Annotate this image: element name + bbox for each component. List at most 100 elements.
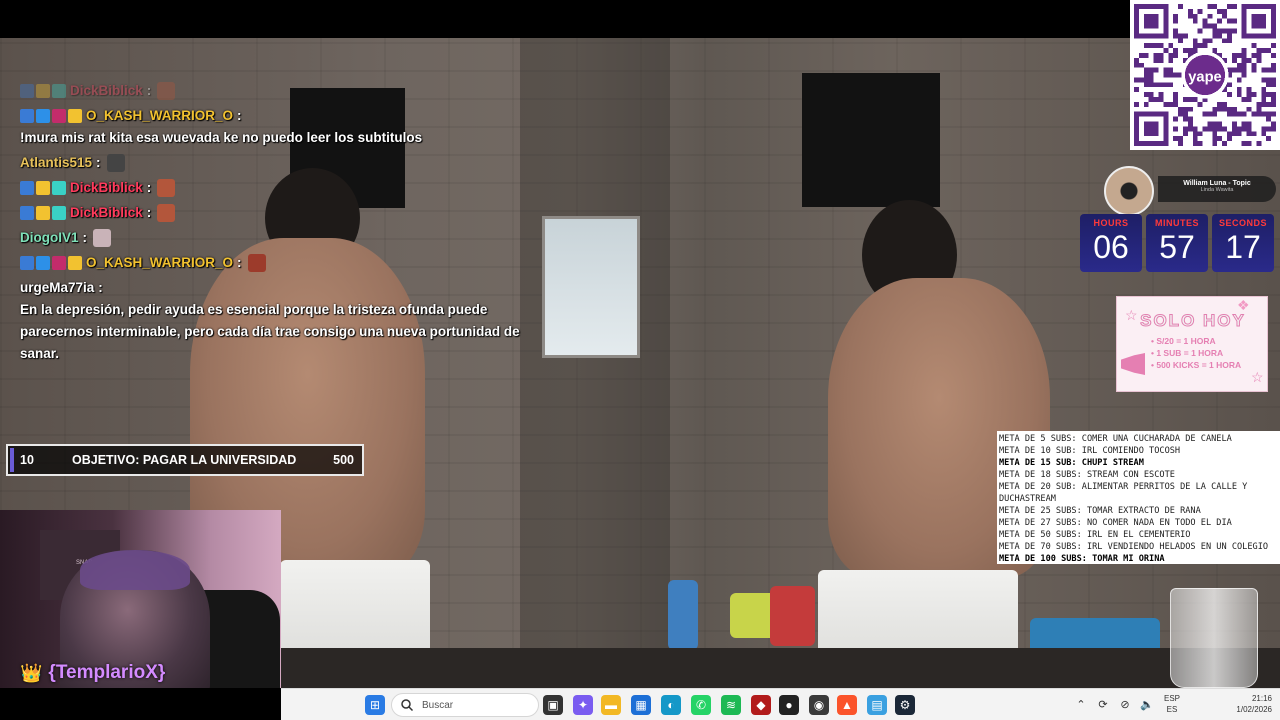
chat-message: Atlantis515:	[16, 152, 526, 174]
dota-icon[interactable]: ◆	[751, 695, 771, 715]
timer-value: 57	[1159, 229, 1195, 265]
badge-group	[20, 109, 82, 123]
timer-value: 17	[1225, 229, 1261, 265]
system-tray: ⌃ ⟳ ⊘ 🔈 ESP ES 21:16 1/02/2026	[1060, 689, 1280, 720]
dark-window	[802, 73, 940, 207]
timer-label: SECONDS	[1218, 218, 1267, 228]
badge-group	[20, 206, 66, 220]
solo-hoy-list: S/20 = 1 HORA1 SUB = 1 HORA500 KICKS = 1…	[1151, 335, 1241, 371]
chat-username[interactable]: DickBiblick	[70, 177, 143, 199]
wall-pillar	[520, 38, 670, 688]
sub-goal-line: META DE 20 SUB: ALIMENTAR PERRITOS DE LA…	[999, 482, 1248, 504]
chat-username[interactable]: DickBiblick	[70, 80, 143, 102]
obs-icon[interactable]: ●	[779, 695, 799, 715]
badge-icon	[20, 206, 34, 220]
whatsapp-icon[interactable]: ✆	[691, 695, 711, 715]
badge-icon	[36, 84, 50, 98]
badge-icon	[36, 256, 50, 270]
brave-icon[interactable]: ▲	[837, 695, 857, 715]
badge-icon	[20, 181, 34, 195]
windows-taskbar: ⊞ ▣ ✦ ▬ ▦ ◐ ✆ ≋ ◆ ● ◉ ▲ ▤ ⚙ Buscar ⌃ ⟳ ⊘ 🔈 ESP ES 21:…	[281, 688, 1280, 720]
timer-cell-hours: HOURS 06	[1080, 214, 1142, 272]
taskbar-search[interactable]: Buscar	[391, 693, 539, 717]
svg-text:yape: yape	[1188, 69, 1221, 85]
language-code: ESP	[1164, 694, 1181, 703]
timer-cell-seconds: SECONDS 17	[1212, 214, 1274, 272]
chat-separator: :	[98, 280, 103, 295]
goal-accent	[10, 448, 14, 472]
notepad-icon[interactable]: ▤	[867, 695, 887, 715]
sub-goal-line: META DE 15 SUB: CHUPI STREAM	[999, 458, 1144, 468]
sub-goal-line: META DE 50 SUBS: IRL EN EL CEMENTERIO	[999, 530, 1191, 540]
streamer-cap	[80, 550, 190, 590]
megaphone-icon	[1121, 353, 1145, 375]
sub-goals-list: META DE 5 SUBS: COMER UNA CUCHARADA DE C…	[997, 431, 1280, 564]
sub-goal-line: META DE 27 SUBS: NO COMER NADA EN TODO E…	[999, 518, 1232, 528]
emote-icon	[247, 254, 266, 272]
streamer-name: 👑 {TemplarioX}	[20, 662, 165, 684]
store-icon[interactable]: ▦	[631, 695, 651, 715]
yape-qr-code: yape	[1130, 0, 1280, 150]
chat-username[interactable]: DiogoIV1	[20, 227, 79, 249]
chat-username[interactable]: DickBiblick	[70, 202, 143, 224]
now-playing-info: William Luna - Topic Linda Wawita	[1158, 176, 1276, 202]
bag	[770, 586, 815, 646]
no-network-icon[interactable]: ⊘	[1118, 698, 1132, 712]
chat-message: DiogoIV1:	[16, 227, 526, 249]
chat-message: DickBiblick:	[16, 202, 526, 224]
file-explorer-icon[interactable]: ▬	[601, 695, 621, 715]
chat-username[interactable]: O_KASH_WARRIOR_O	[86, 105, 233, 127]
task-view-icon[interactable]: ▣	[543, 695, 563, 715]
goal-label: OBJETIVO: PAGAR LA UNIVERSIDAD	[72, 453, 297, 467]
clock[interactable]: 21:16 1/02/2026	[1210, 693, 1272, 715]
chat-username[interactable]: urgeMa77ia	[20, 277, 94, 299]
chat-message: DickBiblick:	[16, 80, 526, 102]
emote-icon	[106, 154, 125, 172]
chat-message: O_KASH_WARRIOR_O:	[16, 252, 526, 274]
chat-separator: :	[82, 230, 88, 245]
copilot-icon[interactable]: ✦	[573, 695, 593, 715]
emote-icon	[157, 82, 176, 100]
solo-hoy-title: SOLO HOY	[1140, 311, 1246, 331]
spotify-icon[interactable]: ≋	[721, 695, 741, 715]
badge-icon	[52, 256, 66, 270]
chat-separator: :	[96, 155, 101, 170]
subathon-timer: HOURS 06 MINUTES 57 SECONDS 17	[1080, 214, 1274, 272]
sub-goal-line: META DE 25 SUBS: TOMAR EXTRACTO DE RANA	[999, 506, 1201, 516]
chevron-up-icon[interactable]: ⌃	[1074, 698, 1088, 712]
volume-icon[interactable]: 🔈	[1140, 698, 1154, 712]
solo-hoy-panel: ☆ ❖ ☆ SOLO HOY S/20 = 1 HORA1 SUB = 1 HO…	[1116, 296, 1268, 392]
timer-cell-minutes: MINUTES 57	[1146, 214, 1208, 272]
chat-username[interactable]: O_KASH_WARRIOR_O	[86, 252, 233, 274]
chat-separator: :	[146, 180, 152, 195]
emote-icon	[93, 229, 112, 247]
chat-message: urgeMa77ia: En la depresión, pedir ayuda …	[16, 277, 526, 365]
search-placeholder: Buscar	[422, 699, 454, 711]
badge-icon	[52, 109, 66, 123]
solo-hoy-item: 500 KICKS = 1 HORA	[1151, 359, 1241, 371]
badge-icon	[20, 109, 34, 123]
sub-goal-line: META DE 10 SUB: IRL COMIENDO TOCOSH	[999, 446, 1181, 456]
chat-separator: :	[146, 205, 152, 220]
edge-icon[interactable]: ◐	[661, 695, 681, 715]
timer-value: 06	[1093, 229, 1129, 265]
steam-icon[interactable]: ⚙	[895, 695, 915, 715]
solo-hoy-item: 1 SUB = 1 HORA	[1151, 347, 1241, 359]
clock-date: 1/02/2026	[1236, 705, 1272, 714]
album-art	[1104, 166, 1154, 216]
chat-username[interactable]: Atlantis515	[20, 152, 92, 174]
timer-label: HOURS	[1093, 218, 1129, 228]
badge-icon	[52, 206, 66, 220]
clock-time: 21:16	[1251, 694, 1272, 703]
app-dark-icon[interactable]: ◉	[809, 695, 829, 715]
qr-icon: yape	[1134, 4, 1276, 146]
badge-icon	[52, 181, 66, 195]
chat-text: En la depresión, pedir ayuda es esencial…	[20, 302, 520, 361]
badge-icon	[52, 84, 66, 98]
language-indicator[interactable]: ESP ES	[1164, 693, 1180, 715]
start-icon[interactable]: ⊞	[365, 695, 385, 715]
sub-goal-line: META DE 18 SUBS: STREAM CON ESCOTE	[999, 470, 1175, 480]
sync-icon[interactable]: ⟳	[1096, 698, 1110, 712]
chat-separator: :	[237, 255, 242, 270]
emote-icon	[157, 179, 176, 197]
